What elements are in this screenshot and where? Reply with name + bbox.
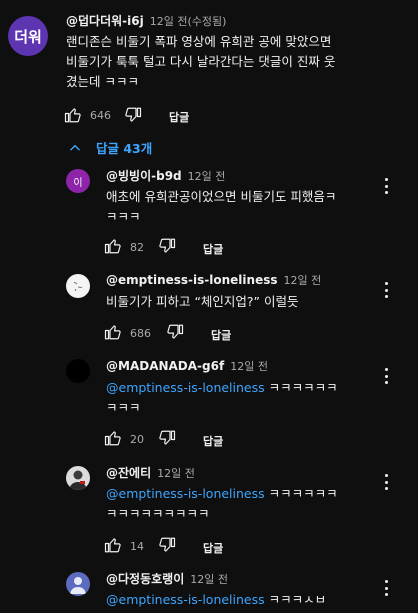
thumb-up-icon — [64, 108, 81, 123]
avatar[interactable] — [66, 359, 90, 383]
like-count: 82 — [130, 241, 144, 254]
reply-button[interactable]: 답글 — [169, 109, 189, 125]
reply-time[interactable]: 12일 전 — [157, 467, 195, 480]
avatar-photo-icon — [69, 470, 87, 490]
reply-text: 애초에 유희관공이었으면 비둘기도 피했음ㅋ ㅋㅋㅋ — [106, 189, 337, 224]
reply-button[interactable]: 답글 — [211, 327, 231, 343]
avatar-person-icon — [70, 577, 86, 594]
thumb-down-icon — [159, 430, 176, 445]
mention-link[interactable]: @emptiness-is-loneliness — [106, 486, 265, 501]
replies-toggle[interactable]: 답글 43개 — [68, 138, 152, 157]
avatar-initials: 더워 — [14, 27, 42, 46]
dislike-button[interactable] — [166, 323, 184, 341]
reply-author[interactable]: @잔에티 12일 전 — [106, 464, 195, 481]
reply-text: @emptiness-is-loneliness ㅋㅋㅋㅋㅋㅋ ㅋㅋㅋ — [106, 380, 338, 415]
reply-text: @emptiness-is-loneliness ㅋㅋㅋㅅㅂ — [106, 592, 327, 607]
reply-author[interactable]: @빙빙이-b9d 12일 전 — [106, 167, 225, 184]
like-count: 14 — [130, 540, 144, 553]
like-button[interactable] — [104, 323, 122, 341]
thumb-down-icon — [167, 324, 184, 339]
like-count: 20 — [130, 433, 144, 446]
reply-text: @emptiness-is-loneliness ㅋㅋㅋㅋㅋㅋ ㅋㅋㅋㅋㅋㅋㅋㅋ… — [106, 486, 338, 521]
dislike-button[interactable] — [158, 429, 176, 447]
comment-text: 랜디존슨 비둘기 폭파 영상에 유희관 공에 맞았으면 비둘기가 툭툭 털고 다… — [66, 34, 336, 89]
thumb-up-icon — [104, 431, 121, 446]
thumb-up-icon — [104, 325, 121, 340]
avatar-initials: 이 — [73, 177, 83, 189]
like-button[interactable] — [104, 237, 122, 255]
thumb-up-icon — [104, 538, 121, 553]
thumb-down-icon — [125, 107, 142, 122]
reply-time[interactable]: 12일 전 — [188, 170, 226, 183]
like-count: 646 — [90, 109, 111, 122]
comment-author[interactable]: @덥다더워-i6j 12일 전(수정됨) — [66, 12, 226, 29]
avatar[interactable]: 이 — [66, 169, 90, 193]
like-count: 686 — [130, 327, 151, 340]
mention-link[interactable]: @emptiness-is-loneliness — [106, 380, 265, 395]
reply-author[interactable]: @다정동호랭이 12일 전 — [106, 570, 228, 587]
reply-author[interactable]: @MADANADA-g6f 12일 전 — [106, 358, 268, 374]
thumb-up-icon — [104, 239, 121, 254]
dislike-button[interactable] — [124, 106, 142, 124]
thumb-down-icon — [159, 537, 176, 552]
reply-time[interactable]: 12일 전 — [230, 360, 268, 373]
like-button[interactable] — [104, 536, 122, 554]
avatar[interactable] — [66, 274, 90, 298]
mention-link[interactable]: @emptiness-is-loneliness — [106, 592, 265, 607]
avatar[interactable] — [66, 572, 90, 596]
like-button[interactable] — [64, 106, 82, 124]
thumb-down-icon — [159, 238, 176, 253]
reply-text: 비둘기가 피하고 “체인지업?” 이럴듯 — [106, 294, 299, 309]
reply-button[interactable]: 답글 — [203, 433, 223, 449]
reply-time[interactable]: 12일 전 — [284, 274, 322, 287]
like-button[interactable] — [104, 429, 122, 447]
avatar-doodle-icon — [73, 282, 83, 292]
reply-button[interactable]: 답글 — [203, 241, 223, 257]
dislike-button[interactable] — [158, 536, 176, 554]
reply-button[interactable]: 답글 — [203, 540, 223, 556]
replies-toggle-label: 답글 43개 — [96, 141, 153, 156]
chevron-up-icon — [70, 144, 80, 150]
avatar[interactable]: 더워 — [8, 16, 48, 56]
comment-time[interactable]: 12일 전(수정됨) — [150, 15, 227, 28]
avatar[interactable] — [66, 466, 90, 490]
dislike-button[interactable] — [158, 237, 176, 255]
reply-author[interactable]: @emptiness-is-loneliness 12일 전 — [106, 272, 321, 288]
reply-time[interactable]: 12일 전 — [190, 573, 228, 586]
